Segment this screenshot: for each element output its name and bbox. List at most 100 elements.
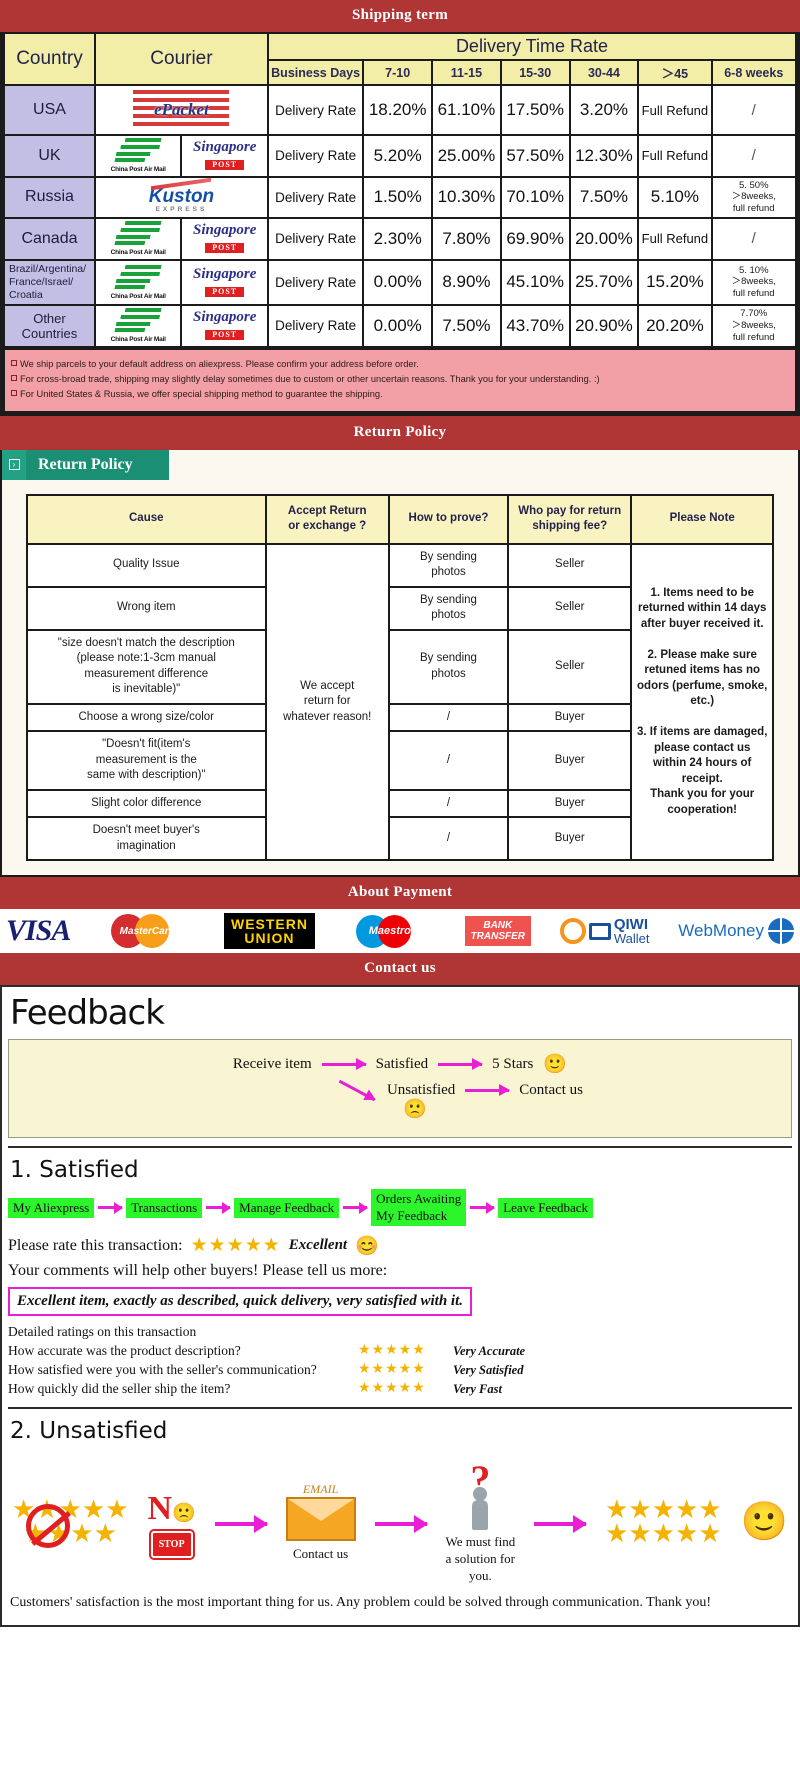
th-range-7-10: 7-10 [362,59,434,86]
shipping-note-2: For cross-broad trade, shipping may slig… [11,372,789,387]
satisfied-steps: My Aliexpress Transactions Manage Feedba… [8,1189,792,1226]
detail-stars[interactable]: ★★★★★ [358,1361,453,1380]
arrow-right-icon [470,1201,496,1214]
cell-rate-label: Delivery Rate [266,134,365,178]
cell-courier-china-post: China Post Air Mail [93,304,183,348]
no-label: N [147,1489,173,1527]
webmoney-label: WebMoney [678,921,764,941]
cell-pct-7-10: 5.20% [362,134,434,178]
feedback-comment-box[interactable]: Excellent item, exactly as described, qu… [8,1286,473,1316]
webmoney-icon: WebMoney [678,918,794,945]
cell-who-pays: Seller [507,585,633,631]
contact-us-group: EMAIL Contact us [285,1482,356,1563]
prohibition-icon [26,1503,70,1548]
cell-rate-label: Delivery Rate [266,258,365,307]
cell-pct-11-15: 7.80% [431,217,502,261]
cell-cause: "size doesn't match the description (ple… [25,628,267,705]
arrow-cell [214,1514,268,1533]
solution-group: ? We must find a solution for you. [445,1459,516,1586]
th-delivery-time-rate: Delivery Time Rate [266,32,798,61]
feedback-section: Feedback Receive item Satisfied 5 Stars … [0,985,800,1627]
detail-stars[interactable]: ★★★★★ [358,1380,453,1399]
shipping-table: Country Courier Delivery Time Rate Busin… [3,32,798,348]
cell-pct-7-10: 2.30% [362,217,434,261]
return-policy-table: Cause Accept Return or exchange ? How to… [25,493,775,862]
step-leave-feedback[interactable]: Leave Feedback [498,1197,594,1218]
cell-rate-label: Delivery Rate [266,175,365,220]
th-range-30-44: 30-44 [568,59,640,86]
cell-cause: "Doesn't fit(item's measurement is the s… [25,730,267,791]
detail-verdict: Very Accurate [453,1343,526,1358]
cell-pct-over-45: Full Refund [637,134,713,178]
arrow-right-icon [465,1084,511,1097]
cell-pct-15-30: 70.10% [499,175,571,220]
rating-verdict: Excellent [288,1237,348,1254]
globe-icon [767,918,794,945]
return-policy-row: Quality Issue We accept return for whate… [25,542,775,862]
cell-how-to-prove: / [387,816,510,862]
singapore-post-icon: Singapore POST [183,140,266,171]
singapore-post-tag: POST [205,286,245,297]
china-post-label: China Post Air Mail [110,249,166,257]
singapore-post-name: Singapore [193,265,257,282]
china-post-label: China Post Air Mail [110,292,166,300]
shipping-row-canada: Canada China Post Air Mail Singapore POS… [3,217,797,261]
bank-label: BANK [483,920,513,932]
cell-rate-label: Delivery Rate [266,217,365,261]
cell-pct-over-45: Full Refund [637,217,713,261]
cell-country: Brazil/Argentina/ France/Israel/ Croatia [3,258,96,307]
mastercard-icon: MasterCard [99,914,195,949]
contact-us-caption: Contact us [292,1546,349,1562]
cell-cause: Wrong item [25,585,267,631]
solution-caption: We must find a solution for you. [445,1534,516,1584]
step-manage-feedback[interactable]: Manage Feedback [234,1197,340,1218]
qiwi-label: QIWI [613,916,648,934]
th-business-days: Business Days [266,59,365,86]
cell-country: Canada [3,217,96,261]
cell-courier-singapore-post: Singapore POST [180,217,269,261]
singapore-post-tag: POST [205,243,245,254]
flow-contact-us: Contact us [519,1082,584,1099]
cell-courier-china-post: China Post Air Mail [93,258,183,307]
detail-stars[interactable]: ★★★★★ [358,1342,453,1361]
shipping-row-other-countries: Other Countries China Post Air Mail Sing… [3,304,797,348]
china-post-air-mail-icon: China Post Air Mail [97,308,180,344]
china-post-label: China Post Air Mail [110,166,166,173]
feedback-title: Feedback [10,993,165,1034]
step-my-aliexpress[interactable]: My Aliexpress [8,1197,95,1218]
tab-tail-shape [142,449,169,480]
flow-satisfied: Satisfied [375,1055,429,1072]
cell-how-to-prove: By sending photos [387,585,510,631]
china-post-air-mail-icon: China Post Air Mail [97,221,180,257]
singapore-post-tag: POST [205,330,245,341]
cell-rate-label: Delivery Rate [266,304,365,348]
envelope-icon [285,1497,356,1542]
china-post-label: China Post Air Mail [110,336,166,344]
cell-pct-15-30: 69.90% [499,217,571,261]
rating-stars[interactable]: ★★★★★ [191,1234,281,1257]
payment-methods-row: VISA MasterCard WESTERN UNION Maestro BA… [0,909,800,954]
cell-pct-15-30: 17.50% [499,84,571,136]
arrow-right-icon [343,1201,369,1214]
singapore-post-icon: Singapore POST [183,310,266,341]
checkbox-icon [11,359,17,366]
stop-group: N🙁 STOP [147,1487,196,1558]
step-transactions[interactable]: Transactions [126,1197,203,1218]
closing-message: Customers' satisfaction is the most impo… [10,1595,712,1611]
wallet-label: Wallet [613,931,650,947]
cell-country: UK [3,134,96,178]
th-courier: Courier [93,32,269,86]
qiwi-wallet-icon: QIWI Wallet [559,916,650,947]
cell-pct-over-45: 15.20% [637,258,713,307]
divider [8,1406,792,1409]
return-policy-banner: Return Policy [0,415,800,450]
arrow-right-icon [98,1201,124,1214]
arrow-cell [534,1514,588,1533]
stop-sign-icon: STOP [150,1530,193,1558]
singapore-post-name: Singapore [193,309,257,326]
step-orders-awaiting[interactable]: Orders Awaiting My Feedback [371,1189,467,1226]
cell-pct-11-15: 8.90% [431,258,502,307]
mastercard-label: MasterCard [119,925,175,937]
epacket-logo-icon: ePacket [97,88,266,132]
cell-pct-7-10: 18.20% [362,84,434,136]
